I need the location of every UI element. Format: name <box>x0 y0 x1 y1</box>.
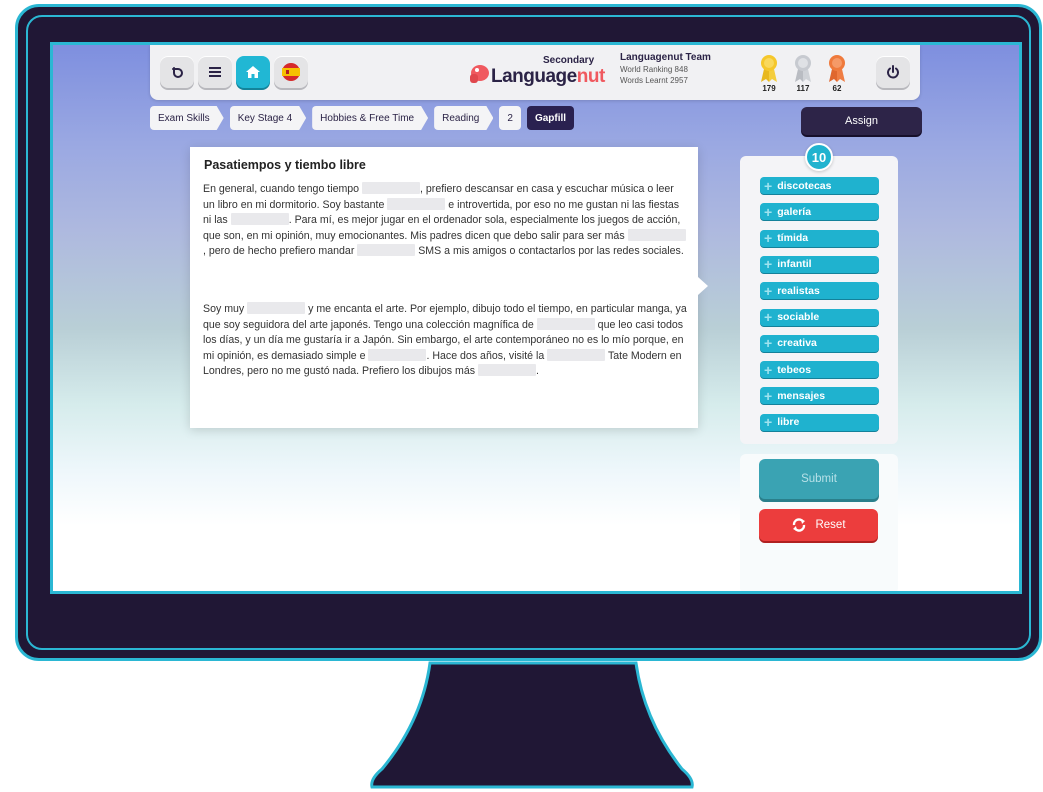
plus-icon: + <box>764 387 773 404</box>
word-chip-label: tebeos <box>777 363 812 376</box>
card-pointer <box>698 277 708 295</box>
menu-button[interactable] <box>198 56 232 88</box>
plus-icon: + <box>764 335 773 352</box>
back-button[interactable] <box>160 56 194 88</box>
paragraph-1: En general, cuando tengo tiempo , prefie… <box>203 182 687 260</box>
text-segment: , pero de hecho prefiero mandar <box>203 245 358 257</box>
text-segment: En general, cuando tengo tiempo <box>203 183 363 195</box>
word-chip[interactable]: + sociable <box>760 308 879 326</box>
app-screen: Secondary Languagenut Languagenut Team W… <box>50 42 1022 594</box>
gold-medal: 179 <box>757 53 781 93</box>
logo-wordmark: Languagenut <box>491 66 605 88</box>
crumb-exam-skills[interactable]: Exam Skills <box>150 106 224 130</box>
logout-button[interactable] <box>876 56 910 88</box>
crumb-activity: Gapfill <box>526 106 575 130</box>
word-chip-label: sociable <box>777 311 820 323</box>
word-chip[interactable]: + realistas <box>760 282 879 300</box>
word-chip-label: creativa <box>777 337 817 350</box>
answer-gap[interactable] <box>247 302 306 314</box>
text-segment: SMS a mis amigos o contactarlos por las … <box>415 245 684 257</box>
bronze-count: 62 <box>832 84 842 93</box>
team-name: Languagenut Team <box>620 52 711 63</box>
stage: Secondary Languagenut Languagenut Team W… <box>0 0 1043 792</box>
plus-icon: + <box>764 203 773 220</box>
reset-label: Reset <box>815 519 846 531</box>
spain-flag-icon <box>282 63 300 81</box>
silver-count: 117 <box>796 84 810 93</box>
answer-gap[interactable] <box>230 213 289 225</box>
answer-gap[interactable] <box>536 317 595 330</box>
silver-medal-icon <box>795 55 811 82</box>
top-bar: Secondary Languagenut Languagenut Team W… <box>150 45 920 100</box>
submit-button[interactable]: Submit <box>759 459 879 499</box>
answer-gap[interactable] <box>627 228 686 241</box>
crumb-skill[interactable]: Reading <box>434 106 493 130</box>
word-chip-label: libre <box>777 416 800 429</box>
word-chip-label: mensajes <box>777 389 826 402</box>
text-segment: . Hace dos años, visité la <box>426 349 548 362</box>
reading-card: Pasatiempos y tiembo libre En general, c… <box>190 147 698 428</box>
breadcrumb: Exam Skills Key Stage 4 Hobbies & Free T… <box>150 106 575 130</box>
word-chip[interactable]: + libre <box>760 413 879 431</box>
home-button[interactable] <box>236 56 270 88</box>
text-segment: Soy muy <box>203 303 248 315</box>
answer-gap[interactable] <box>478 364 537 376</box>
exercise-title: Pasatiempos y tiembo libre <box>204 158 366 172</box>
plus-icon: + <box>764 361 773 378</box>
gold-count: 179 <box>762 84 776 93</box>
monitor-stand <box>370 661 694 789</box>
word-chip[interactable]: + mensajes <box>760 387 879 405</box>
word-chip[interactable]: + infantil <box>760 255 879 273</box>
crumb-level[interactable]: 2 <box>499 106 521 130</box>
back-icon <box>172 67 183 78</box>
word-chip[interactable]: + tímida <box>760 229 879 247</box>
reset-button[interactable]: Reset <box>759 509 878 541</box>
word-chip-label: infantil <box>777 258 812 271</box>
logo-part-2: nut <box>576 66 606 87</box>
word-chip-label: tímida <box>777 232 809 245</box>
reset-icon <box>793 518 806 532</box>
word-chip-label: realistas <box>777 284 820 297</box>
plus-icon: + <box>764 230 773 247</box>
answer-gap[interactable] <box>357 244 416 256</box>
answer-gap[interactable] <box>387 197 446 210</box>
word-chip[interactable]: + discotecas <box>760 177 879 194</box>
languagenut-logo: Secondary Languagenut <box>463 53 605 93</box>
word-chip-label: discotecas <box>777 179 832 192</box>
nut-mascot-icon <box>470 65 489 83</box>
bronze-medal: 62 <box>825 53 849 93</box>
bronze-medal-icon <box>829 55 845 82</box>
plus-icon: + <box>764 256 773 273</box>
gold-medal-icon <box>761 55 777 82</box>
paragraph-2: Soy muy y me encanta el arte. Por ejempl… <box>203 302 687 380</box>
answer-gap[interactable] <box>368 348 427 361</box>
home-icon <box>246 66 260 78</box>
word-chip-label: galería <box>777 205 812 218</box>
word-chip[interactable]: + creativa <box>760 334 879 352</box>
plus-icon: + <box>764 309 773 325</box>
user-info: Languagenut Team World Ranking 848 Words… <box>620 52 711 85</box>
assign-button[interactable]: Assign <box>801 107 922 135</box>
power-icon <box>887 65 899 79</box>
word-chip[interactable]: + galería <box>760 203 879 221</box>
text-segment: . <box>536 365 539 377</box>
word-chip[interactable]: + tebeos <box>760 361 879 379</box>
word-count-badge: 10 <box>805 143 833 171</box>
logo-secondary-label: Secondary <box>543 55 595 66</box>
logo-part-1: Language <box>491 66 577 87</box>
world-ranking: World Ranking 848 <box>620 65 688 74</box>
words-learnt: Words Learnt 2957 <box>620 76 688 85</box>
answer-gap[interactable] <box>547 348 606 361</box>
language-button[interactable] <box>274 56 308 88</box>
menu-icon <box>209 67 221 77</box>
crumb-topic[interactable]: Hobbies & Free Time <box>312 106 428 130</box>
plus-icon: + <box>764 414 773 431</box>
answer-gap[interactable] <box>362 182 421 194</box>
silver-medal: 117 <box>791 53 815 93</box>
plus-icon: + <box>764 282 773 299</box>
crumb-key-stage[interactable]: Key Stage 4 <box>230 106 306 130</box>
plus-icon: + <box>764 177 773 194</box>
